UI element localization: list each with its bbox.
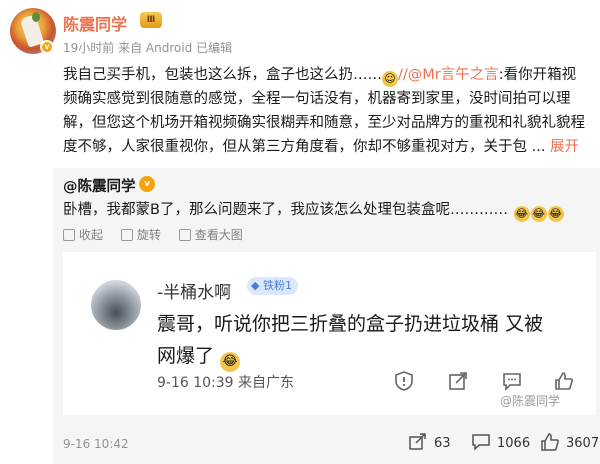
comment-icon xyxy=(472,434,490,451)
rotate-icon xyxy=(120,229,133,241)
report-icon xyxy=(395,371,413,391)
collapse-icon xyxy=(63,229,75,241)
comment-actions xyxy=(383,370,598,394)
member-level-badge[interactable]: Ⅲ xyxy=(140,12,162,28)
avatar-leaf xyxy=(32,12,40,22)
fan-badge: ◆ 铁粉1 xyxy=(247,277,298,295)
mention-link[interactable]: //@Mr言午之言 xyxy=(398,67,499,83)
verified-badge-icon: v xyxy=(40,40,54,54)
view-large-label: 查看大图 xyxy=(194,228,243,242)
comment-text: 震哥，听说你把三折叠的盒子扔进垃圾桶 又被网爆了 😂 xyxy=(157,308,557,372)
comment-count: 1066 xyxy=(497,436,531,451)
quoted-reply: @陈震同学 v 卧槽，我都蒙B了，那么问题来了，我应该怎么处理包装盒呢………… … xyxy=(53,168,600,464)
comment-screenshot[interactable]: -半桶水啊 ◆ 铁粉1 震哥，听说你把三折叠的盒子扔进垃圾桶 又被网爆了 😂 9… xyxy=(63,252,596,415)
laugh-cry-emoji-icon: 😂 xyxy=(513,206,530,222)
post-ellipsis: ... xyxy=(527,139,551,155)
laugh-cry-emoji-icon: 😂 xyxy=(220,352,241,372)
like-count: 3607 xyxy=(566,436,600,451)
commenter-avatar xyxy=(91,280,141,330)
image-actions: 收起 旋转 查看大图 xyxy=(63,226,257,243)
author-name[interactable]: 陈震同学 xyxy=(63,11,127,35)
collapse-action[interactable]: 收起 xyxy=(63,226,103,243)
fan-badge-label: 铁粉1 xyxy=(262,279,292,292)
rotate-label: 旋转 xyxy=(136,228,161,242)
comment-time: 9-16 10:39 来自广东 xyxy=(157,375,295,391)
laugh-cry-emoji-icon: 😂 xyxy=(547,206,564,222)
smile-emoji-icon: ☺ xyxy=(382,71,398,87)
post-time: 9-16 10:42 xyxy=(63,437,129,451)
expand-link[interactable]: 展开 xyxy=(550,139,579,155)
like-icon xyxy=(541,433,559,451)
laugh-cry-emoji-icon: 😂 xyxy=(530,206,547,222)
zoom-icon xyxy=(178,229,191,241)
like-icon xyxy=(555,372,573,390)
comment-icon xyxy=(503,373,521,391)
reply-text: 卧槽，我都蒙B了，那么问题来了，我应该怎么处理包装盒呢………… 😂 😂 😂 xyxy=(63,198,564,222)
rotate-action[interactable]: 旋转 xyxy=(120,226,161,243)
watermark: @陈震同学 xyxy=(500,394,561,408)
post-text: 我自己买手机，包装也这么拆，盒子也这么扔…… ☺//@Mr言午之言:看你开箱视频确… xyxy=(63,63,585,159)
reply-author[interactable]: @陈震同学 xyxy=(63,175,136,196)
comment-button[interactable]: 1066 xyxy=(471,433,530,451)
post-text-start: 我自己买手机，包装也这么拆，盒子也这么扔…… xyxy=(63,67,382,83)
commenter-name: -半桶水啊 xyxy=(157,283,232,303)
collapse-label: 收起 xyxy=(79,228,104,242)
reply-verified-badge-icon: v xyxy=(139,176,155,192)
repost-icon xyxy=(409,433,426,450)
like-button[interactable]: 3607 xyxy=(540,433,599,451)
repost-count: 63 xyxy=(434,436,451,451)
post-meta: 19小时前 来自 Android 已编辑 xyxy=(63,41,233,55)
comment-text-content: 震哥，听说你把三折叠的盒子扔进垃圾桶 又被网爆了 xyxy=(157,313,544,367)
repost-button[interactable]: 63 xyxy=(408,433,451,451)
share-icon xyxy=(449,372,467,390)
view-large-action[interactable]: 查看大图 xyxy=(178,226,243,243)
reply-text-content: 卧槽，我都蒙B了，那么问题来了，我应该怎么处理包装盒呢………… xyxy=(63,202,508,218)
